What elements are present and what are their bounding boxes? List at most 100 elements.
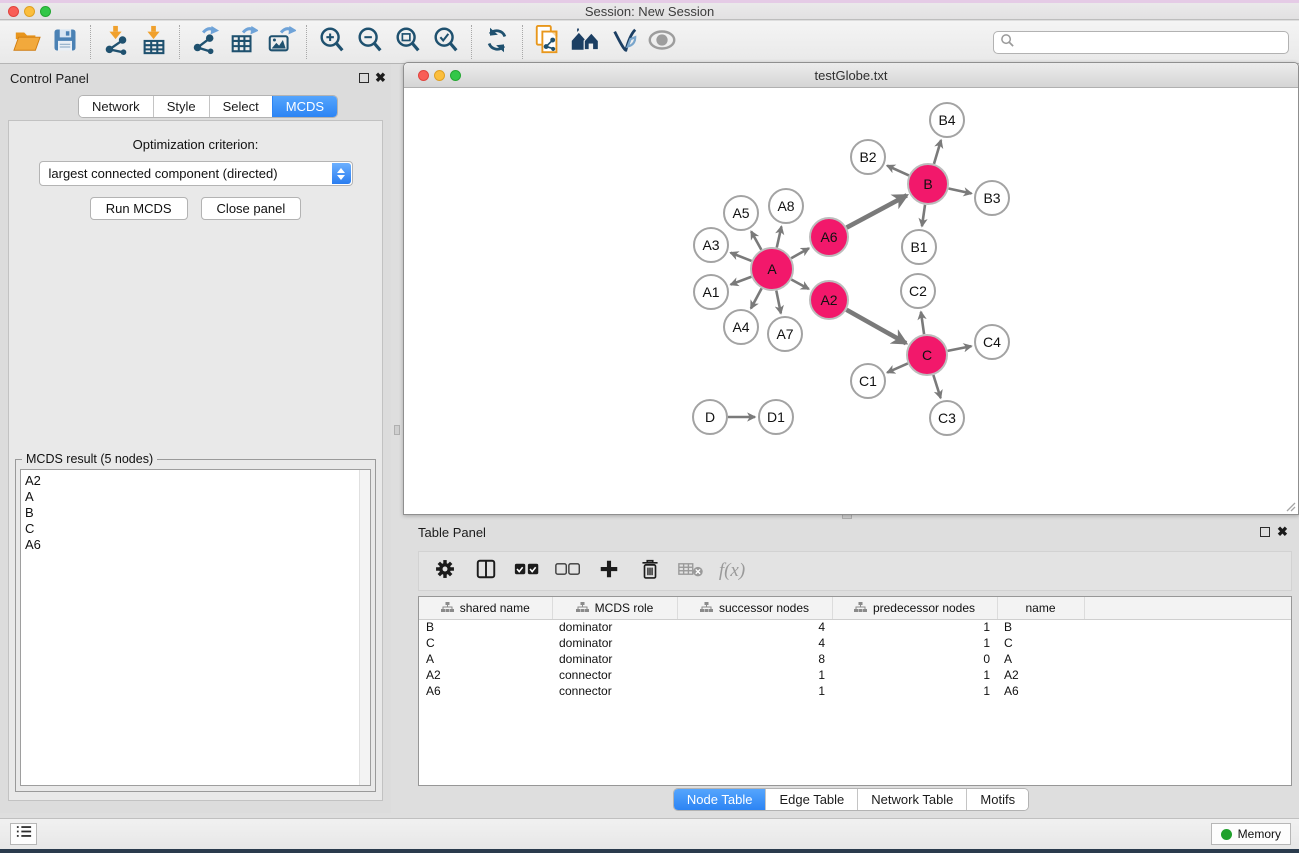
edge-B-B3[interactable] [949,188,972,193]
tab-network[interactable]: Network [79,96,153,117]
node-D1[interactable]: D1 [759,400,793,434]
float-panel-icon[interactable] [1260,527,1270,537]
export-network-button[interactable] [186,25,224,59]
close-panel-icon[interactable]: ✖ [375,70,386,86]
table-settings-button[interactable] [433,558,457,584]
tab-network-table[interactable]: Network Table [857,789,966,810]
edge-C-C2[interactable] [921,312,924,334]
edge-A-A1[interactable] [731,277,752,285]
table-row[interactable]: Cdominator41C [419,635,1291,651]
resize-grip-icon[interactable] [1284,500,1296,512]
split-columns-button[interactable] [474,558,498,584]
node-C3[interactable]: C3 [930,401,964,435]
home-button[interactable] [567,25,605,59]
table-cell[interactable]: 1 [832,667,997,683]
table-cell[interactable]: 1 [832,683,997,699]
node-A5[interactable]: A5 [724,196,758,230]
float-panel-icon[interactable] [359,73,369,83]
zoom-out-button[interactable] [351,25,389,59]
table-cell[interactable]: 1 [677,667,832,683]
table-cell[interactable]: B [997,619,1084,635]
table-cell[interactable]: connector [552,683,677,699]
table-cell[interactable]: A2 [419,667,552,683]
node-C4[interactable]: C4 [975,325,1009,359]
edge-A-A3[interactable] [731,253,752,261]
node-C[interactable]: C [907,335,947,375]
node-C1[interactable]: C1 [851,364,885,398]
node-A1[interactable]: A1 [694,275,728,309]
node-A7[interactable]: A7 [768,317,802,351]
node-B[interactable]: B [908,164,948,204]
edge-A-A7[interactable] [776,291,781,314]
mcds-result-item[interactable]: A6 [21,537,370,553]
node-C2[interactable]: C2 [901,274,935,308]
table-cell[interactable]: 1 [832,619,997,635]
close-panel-icon[interactable]: ✖ [1277,524,1288,540]
table-cell[interactable]: 1 [677,683,832,699]
delete-table-button[interactable] [679,558,703,584]
column-header-mcds-role[interactable]: MCDS role [552,597,677,619]
hide-details-button[interactable] [605,25,643,59]
table-cell[interactable]: A [419,651,552,667]
column-header-predecessor-nodes[interactable]: predecessor nodes [832,597,997,619]
node-B1[interactable]: B1 [902,230,936,264]
column-header-successor-nodes[interactable]: successor nodes [677,597,832,619]
import-network-button[interactable] [97,25,135,59]
close-panel-button[interactable]: Close panel [201,197,302,220]
column-header-shared-name[interactable]: shared name [419,597,552,619]
tab-style[interactable]: Style [153,96,209,117]
edge-A-A6[interactable] [791,248,809,258]
edge-C-C4[interactable] [948,346,972,351]
network-canvas[interactable]: AA6A2BCA1A3A5A8A4A7B2B4B3B1C2C4C1C3DD1 [404,88,1298,514]
function-builder-button[interactable]: f(x) [720,558,744,584]
search-input[interactable] [993,31,1289,54]
task-history-button[interactable] [10,823,37,845]
edge-A6-B[interactable] [847,195,907,227]
table-row[interactable]: Bdominator41B [419,619,1291,635]
network-window-titlebar[interactable]: testGlobe.txt [404,63,1298,88]
mcds-result-item[interactable]: B [21,505,370,521]
delete-column-button[interactable] [638,558,662,584]
table-cell[interactable]: dominator [552,651,677,667]
edge-A2-C[interactable] [846,310,906,343]
edge-B-B2[interactable] [887,166,909,176]
table-cell[interactable]: 8 [677,651,832,667]
column-header-name[interactable]: name [997,597,1084,619]
table-cell[interactable]: C [997,635,1084,651]
node-A[interactable]: A [751,248,793,290]
deselect-all-button[interactable] [556,558,580,584]
table-row[interactable]: A2connector11A2 [419,667,1291,683]
node-B3[interactable]: B3 [975,181,1009,215]
node-A6[interactable]: A6 [810,218,848,256]
zoom-in-button[interactable] [313,25,351,59]
table-cell[interactable]: 0 [832,651,997,667]
table-cell[interactable]: 1 [832,635,997,651]
tab-mcds[interactable]: MCDS [272,96,337,117]
table-row[interactable]: Adominator80A [419,651,1291,667]
edge-A-A5[interactable] [751,231,761,249]
table-cell[interactable]: B [419,619,552,635]
clone-network-button[interactable] [529,25,567,59]
node-B2[interactable]: B2 [851,140,885,174]
table-cell[interactable]: A6 [997,683,1084,699]
show-details-button[interactable] [643,25,681,59]
optimization-criterion-select[interactable]: largest connected component (directed) [39,161,353,186]
tab-select[interactable]: Select [209,96,272,117]
tab-motifs[interactable]: Motifs [966,789,1028,810]
table-cell[interactable]: connector [552,667,677,683]
node-A3[interactable]: A3 [694,228,728,262]
node-A2[interactable]: A2 [810,281,848,319]
tab-edge-table[interactable]: Edge Table [765,789,857,810]
table-cell[interactable]: 4 [677,635,832,651]
table-cell[interactable]: A2 [997,667,1084,683]
run-mcds-button[interactable]: Run MCDS [90,197,188,220]
result-scrollbar[interactable] [359,470,370,785]
node-A4[interactable]: A4 [724,310,758,344]
node-B4[interactable]: B4 [930,103,964,137]
table-cell[interactable]: dominator [552,619,677,635]
edge-B-B4[interactable] [934,140,941,164]
edge-C-C3[interactable] [933,375,940,398]
table-row[interactable]: A6connector11A6 [419,683,1291,699]
refresh-button[interactable] [478,25,516,59]
mcds-result-list[interactable]: A2ABCA6 [20,469,371,786]
